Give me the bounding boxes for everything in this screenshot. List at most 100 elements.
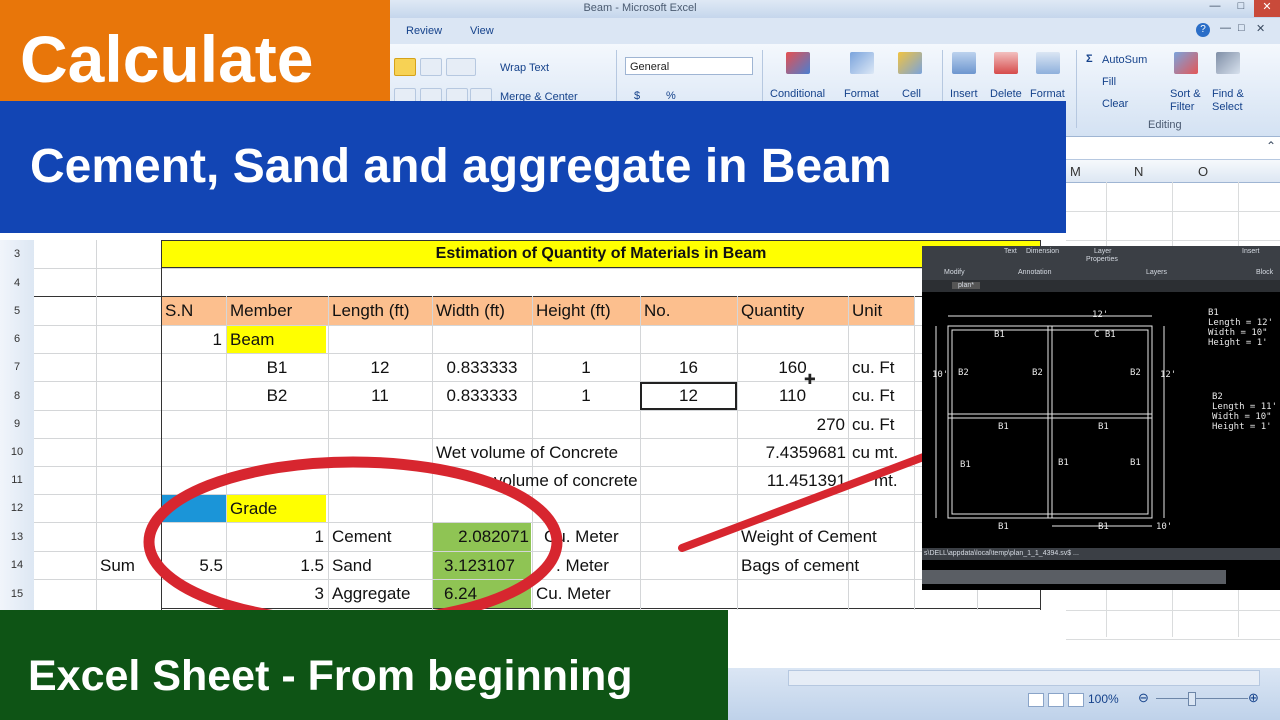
orientation-button[interactable] [446,58,476,76]
column-header-n[interactable]: N [1134,164,1143,179]
sheet-title[interactable]: Estimation of Quantity of Materials in B… [161,240,1041,268]
cell-qty-b2[interactable]: 110 [737,382,848,410]
minimize-ribbon-icon[interactable]: — [1220,22,1231,34]
normal-view-icon[interactable] [1028,693,1044,707]
insert-cells-button[interactable]: Insert [950,88,978,100]
cad-beam-label: B1 [1098,422,1109,432]
fill-button[interactable]: Fill [1102,76,1116,88]
cell-no-b1[interactable]: 16 [640,354,737,382]
format-cells-icon [1036,52,1060,74]
zoom-out-icon[interactable]: ⊖ [1138,690,1149,706]
row-header[interactable]: 12 [0,502,34,514]
find-select-label-1[interactable]: Find & [1212,88,1244,100]
header-width[interactable]: Width (ft) [436,297,530,325]
cad-annotation-group[interactable]: Annotation [1018,269,1051,276]
help-icon[interactable]: ? [1196,23,1210,37]
row-header[interactable]: 4 [0,277,34,289]
cell-height-b2[interactable]: 1 [532,382,640,410]
header-sn[interactable]: S.N [165,297,225,325]
delete-cells-button[interactable]: Delete [990,88,1022,100]
clear-button[interactable]: Clear [1102,98,1128,110]
cad-info-b1: B1 Length = 12' Width = 10" Height = 1' [1208,308,1273,348]
cell-no-b2-selected[interactable]: 12 [640,382,737,410]
header-length[interactable]: Length (ft) [332,297,430,325]
cell-member-b2[interactable]: B2 [226,382,328,410]
row-header[interactable]: 15 [0,588,34,600]
header-height[interactable]: Height (ft) [536,297,638,325]
number-format-select[interactable]: General [625,57,753,75]
cad-file-tab[interactable]: plan* [952,282,980,289]
row-header[interactable]: 6 [0,333,34,345]
row-header[interactable]: 14 [0,559,34,571]
cell-length-b2[interactable]: 11 [328,382,432,410]
close-workbook-icon[interactable]: ✕ [1256,22,1265,35]
expand-formula-bar-icon[interactable]: ⌃ [1266,139,1276,153]
autosum-button[interactable]: AutoSum [1102,54,1147,66]
align-middle-button[interactable] [394,58,416,76]
cad-info-text: Length = 11' [1212,402,1278,412]
cad-info-b2: B2 Length = 11' Width = 10" Height = 1' [1212,392,1277,432]
column-headers: M N O [1066,160,1280,183]
column-header-o[interactable]: O [1198,164,1208,179]
column-header-m[interactable]: M [1070,164,1081,179]
cad-properties-label: Properties [1086,256,1118,263]
zoom-slider-track[interactable] [1156,698,1248,699]
conditional-format-icon [786,52,810,74]
tab-view[interactable]: View [470,25,494,37]
sort-filter-label-1[interactable]: Sort & [1170,88,1201,100]
cad-layers-group[interactable]: Layers [1146,269,1167,276]
row-header[interactable]: 10 [0,446,34,458]
cad-text-label: Text [1004,248,1017,255]
cell-height-b1[interactable]: 1 [532,354,640,382]
minimize-button[interactable]: — [1202,0,1228,17]
page-break-icon[interactable] [1068,693,1084,707]
row-header[interactable]: 3 [0,248,34,260]
delete-cells-icon [994,52,1018,74]
cell-member-b1[interactable]: B1 [226,354,328,382]
zoom-in-icon[interactable]: ⊕ [1248,690,1259,706]
cad-modify-group[interactable]: Modify [944,269,965,276]
cad-info-text: Height = 1' [1212,422,1272,432]
header-quantity[interactable]: Quantity [741,297,847,325]
zoom-slider-thumb[interactable] [1188,692,1196,706]
horizontal-scrollbar[interactable] [788,670,1260,686]
cad-drawing-window[interactable]: Text Dimension Layer Properties Insert M… [922,246,1280,590]
formula-bar[interactable]: ⌃ [1066,137,1280,160]
sort-filter-label-2[interactable]: Filter [1170,101,1194,113]
row-header[interactable]: 13 [0,531,34,543]
header-member[interactable]: Member [230,297,326,325]
maximize-button[interactable]: □ [1228,0,1254,17]
cell-unit-b2[interactable]: cu. Ft [852,382,914,410]
row-header[interactable]: 8 [0,390,34,402]
row-header[interactable]: 11 [0,474,34,486]
header-unit[interactable]: Unit [852,297,912,325]
cad-dim-right: 12' [1160,370,1177,380]
cell-width-b1[interactable]: 0.833333 [432,354,532,382]
close-button[interactable]: ✕ [1254,0,1280,17]
cell-length-b1[interactable]: 12 [328,354,432,382]
cad-command-input[interactable] [922,570,1226,584]
cad-block-group[interactable]: Block [1256,269,1273,276]
cell-qty-b1[interactable]: 160 [737,354,848,382]
format-cells-button[interactable]: Format [1030,88,1065,100]
conditional-format-button[interactable]: Conditional [770,88,825,100]
restore-icon[interactable]: □ [1238,22,1245,34]
cell-unit-b1[interactable]: cu. Ft [852,354,914,382]
cell-sn[interactable]: 1 [161,326,222,354]
tab-review[interactable]: Review [406,25,442,37]
page-layout-icon[interactable] [1048,693,1064,707]
cell-member-beam[interactable]: Beam [230,326,326,354]
row-header[interactable]: 9 [0,418,34,430]
zoom-level[interactable]: 100% [1088,692,1119,706]
cell-width-b2[interactable]: 0.833333 [432,382,532,410]
format-as-table-button[interactable]: Format [844,88,879,100]
row-header[interactable]: 7 [0,361,34,373]
status-bar: 100% ⊖ ⊕ [728,668,1280,720]
cad-info-text: B2 [1212,392,1223,402]
row-header[interactable]: 5 [0,305,34,317]
align-bottom-button[interactable] [420,58,442,76]
wrap-text-button[interactable]: Wrap Text [500,62,549,74]
find-select-label-2[interactable]: Select [1212,101,1243,113]
header-no[interactable]: No. [644,297,736,325]
cell-styles-button[interactable]: Cell [902,88,921,100]
